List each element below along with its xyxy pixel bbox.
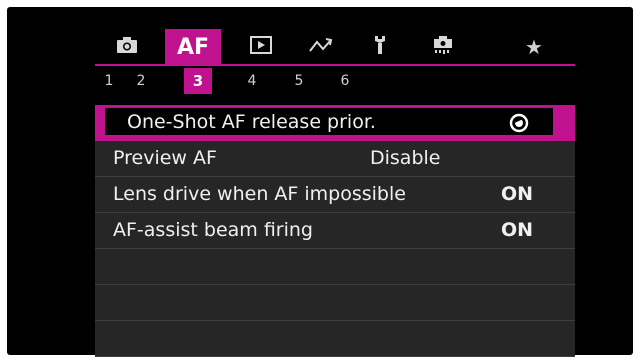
page-6[interactable]: 6 <box>331 68 359 94</box>
tab-af[interactable]: AF <box>165 29 221 65</box>
page-1[interactable]: 1 <box>95 68 123 94</box>
category-tab-bar: AF ★ <box>95 29 575 65</box>
menu-item-label: One-Shot AF release prior. <box>127 111 376 133</box>
focus-priority-icon <box>509 113 529 133</box>
menu-item-label: Preview AF <box>113 147 217 169</box>
menu-item-value: Disable <box>370 147 441 169</box>
menu-item-one-shot-af-release[interactable]: One-Shot AF release prior. <box>95 105 575 141</box>
page-5[interactable]: 5 <box>285 68 313 94</box>
page-3[interactable]: 3 <box>184 68 212 94</box>
menu-item-preview-af[interactable]: Preview AF Disable <box>95 141 575 177</box>
menu-item-empty <box>95 285 575 321</box>
menu-item-empty <box>95 321 575 357</box>
tab-shooting[interactable] <box>109 29 145 65</box>
tab-af-label: AF <box>176 34 210 60</box>
menu-item-empty <box>95 249 575 285</box>
tab-custom-functions[interactable] <box>425 29 461 65</box>
tab-wireless[interactable] <box>301 29 341 65</box>
menu-item-label: Lens drive when AF impossible <box>113 183 406 205</box>
star-icon: ★ <box>525 35 543 59</box>
camera-icon <box>116 36 138 58</box>
menu-item-value: ON <box>500 219 533 241</box>
menu-item-af-assist-beam[interactable]: AF-assist beam firing ON <box>95 213 575 249</box>
page-2[interactable]: 2 <box>127 68 155 94</box>
page-4[interactable]: 4 <box>238 68 266 94</box>
menu-item-value: ON <box>500 183 533 205</box>
menu-item-lens-drive[interactable]: Lens drive when AF impossible ON <box>95 177 575 213</box>
wireless-icon <box>308 37 334 57</box>
wrench-icon <box>372 35 388 59</box>
tab-playback[interactable] <box>243 29 279 65</box>
menu-item-label: AF-assist beam firing <box>113 219 313 241</box>
menu-list: One-Shot AF release prior. Preview AF Di… <box>95 105 575 357</box>
custom-functions-icon <box>432 35 454 59</box>
tab-underline <box>95 64 575 66</box>
playback-icon <box>250 36 272 58</box>
tab-my-menu[interactable]: ★ <box>519 29 549 65</box>
camera-menu-screen: AF ★ 1 2 3 4 5 6 One-Shot AF release pri… <box>7 7 633 357</box>
tab-setup[interactable] <box>365 29 395 65</box>
page-number-bar: 1 2 3 4 5 6 <box>95 68 395 94</box>
